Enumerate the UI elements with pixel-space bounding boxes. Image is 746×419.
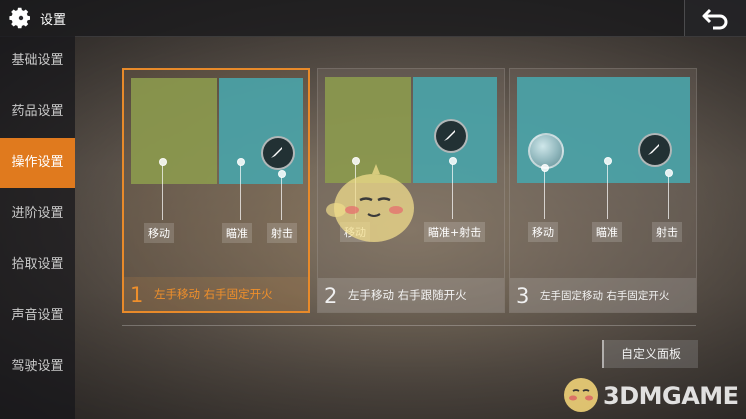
sidebar-item-label: 驾驶设置	[11, 359, 64, 374]
control-scheme-card-1[interactable]: 移动 瞄准 射击 1 左手移动 右手固定开火	[122, 68, 310, 313]
leader-line	[607, 164, 608, 219]
back-button[interactable]	[684, 0, 746, 36]
sidebar-item-controls[interactable]: 操作设置	[0, 138, 75, 188]
scheme-description: 左手移动 右手跟随开火	[348, 288, 467, 302]
sidebar-item-driving[interactable]: 驾驶设置	[0, 342, 75, 392]
scheme-number: 2	[324, 284, 338, 308]
top-bar: 设置	[0, 0, 746, 37]
leader-line	[281, 177, 282, 220]
sidebar-item-sound[interactable]: 声音设置	[0, 291, 75, 341]
aim-fire-tag: 瞄准+射击	[424, 222, 486, 242]
fire-button-preview	[434, 119, 468, 153]
leader-line	[452, 164, 453, 219]
sidebar-item-label: 基础设置	[11, 53, 64, 68]
fire-marker	[278, 170, 286, 178]
back-arrow-icon	[702, 8, 728, 30]
scheme-description: 左手移动 右手固定开火	[154, 287, 273, 301]
control-scheme-card-3[interactable]: 移动 瞄准 射击 3 左手固定移动 右手固定开火	[509, 68, 697, 313]
sidebar-item-label: 药品设置	[11, 104, 64, 119]
sidebar-item-label: 声音设置	[11, 308, 64, 323]
fire-button-preview	[261, 136, 295, 170]
bullet-icon	[648, 144, 659, 155]
sidebar-item-advanced[interactable]: 进阶设置	[0, 189, 75, 239]
leader-line	[668, 176, 669, 219]
watermark-text: 3DMGAME	[603, 382, 739, 410]
move-tag: 移动	[144, 223, 174, 243]
fire-tag: 射击	[652, 222, 682, 242]
mascot-logo-icon	[564, 378, 598, 412]
sidebar-item-label: 操作设置	[11, 155, 64, 170]
scheme-footer: 2 左手移动 右手跟随开火	[318, 278, 504, 312]
gear-icon	[9, 7, 30, 29]
scheme-number: 3	[516, 284, 530, 308]
leader-line	[162, 165, 163, 220]
sidebar-item-basic[interactable]: 基础设置	[0, 36, 75, 86]
sidebar-item-pickup[interactable]: 拾取设置	[0, 240, 75, 290]
watermark: 3DMGAME	[557, 370, 743, 416]
bullet-icon	[444, 130, 455, 141]
scheme-description: 左手固定移动 右手固定开火	[540, 290, 670, 302]
scheme-footer: 3 左手固定移动 右手固定开火	[510, 278, 696, 312]
move-zone	[131, 78, 217, 184]
fire-marker	[665, 169, 673, 177]
leader-line	[544, 171, 545, 219]
sidebar-item-label: 拾取设置	[11, 257, 64, 272]
mascot-watermark-icon	[326, 164, 414, 242]
fire-tag: 射击	[267, 223, 297, 243]
page-title: 设置	[40, 13, 67, 28]
move-tag: 移动	[528, 222, 558, 242]
divider	[122, 325, 696, 326]
sidebar-item-label: 进阶设置	[11, 206, 64, 221]
settings-sidebar: 基础设置 药品设置 操作设置 进阶设置 拾取设置 声音设置 驾驶设置	[0, 36, 75, 419]
custom-panel-button[interactable]: 自定义面板	[602, 340, 698, 368]
aim-tag: 瞄准	[592, 222, 622, 242]
aim-marker	[237, 158, 245, 166]
leader-line	[240, 165, 241, 220]
move-marker	[541, 164, 549, 172]
move-marker	[159, 158, 167, 166]
bullet-icon	[271, 147, 282, 158]
fire-button-preview	[638, 133, 672, 167]
scheme-number: 1	[130, 283, 144, 307]
aim-fire-marker	[449, 157, 457, 165]
sidebar-item-medicine[interactable]: 药品设置	[0, 87, 75, 137]
aim-tag: 瞄准	[222, 223, 252, 243]
aim-zone	[219, 78, 303, 184]
aim-marker	[604, 157, 612, 165]
scheme-footer: 1 左手移动 右手固定开火	[124, 277, 308, 311]
